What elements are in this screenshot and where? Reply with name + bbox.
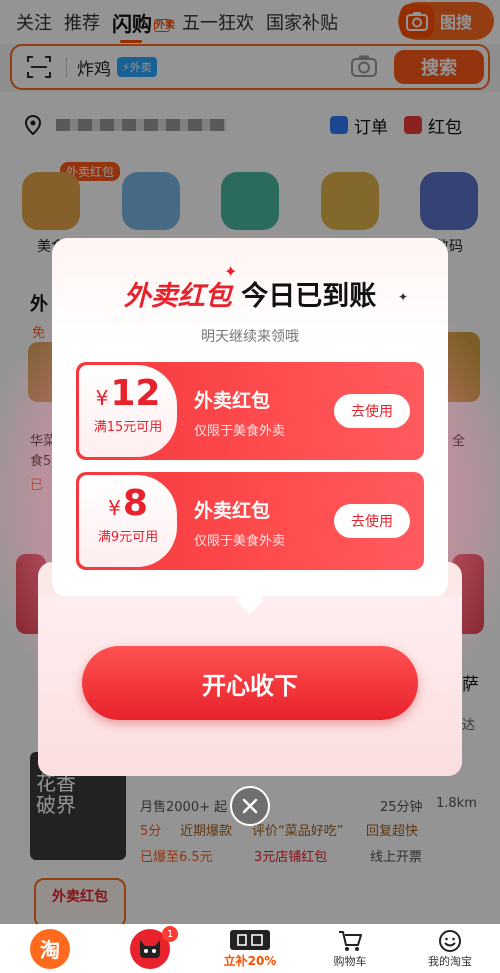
- cart-icon: [339, 930, 362, 951]
- smiley-icon: [439, 929, 461, 952]
- subsidy-icon: [230, 930, 270, 950]
- tab-home[interactable]: 淘: [0, 924, 100, 973]
- coupon-amount-box: ¥8 满9元可用: [79, 475, 177, 567]
- popup-title-red: 外卖红包: [123, 281, 232, 312]
- tab-cart[interactable]: 购物车: [300, 924, 400, 973]
- taobao-logo-icon: 淘: [30, 928, 70, 969]
- popup-title: 外卖红包 今日已到账: [52, 274, 448, 313]
- accept-button[interactable]: 开心收下: [82, 646, 418, 720]
- popup-title-black: 今日已到账: [241, 281, 377, 312]
- coupon-name: 外卖红包: [194, 390, 271, 412]
- bottom-tab-bar: 淘 1 立补20% 购物车 我的淘宝: [0, 924, 500, 973]
- close-icon: [242, 798, 258, 814]
- coupon-desc: 仅限于美食外卖: [194, 424, 286, 439]
- tab-subsidy-label: 立补20%: [223, 954, 277, 968]
- coupon-amount: ¥12: [79, 373, 177, 414]
- taobao-glyph: 淘: [40, 938, 60, 962]
- currency-symbol: ¥: [108, 496, 121, 520]
- tab-my-taobao[interactable]: 我的淘宝: [400, 924, 500, 973]
- close-button[interactable]: [230, 786, 270, 826]
- coupon-value: 8: [122, 483, 148, 524]
- coupon-value: 12: [110, 373, 161, 414]
- use-coupon-button[interactable]: 去使用: [334, 394, 410, 428]
- currency-symbol: ¥: [95, 386, 109, 410]
- coupon-desc: 仅限于美食外卖: [194, 534, 286, 549]
- coupon-name: 外卖红包: [194, 500, 271, 522]
- coupon-card[interactable]: ¥12 满15元可用 外卖红包 仅限于美食外卖 去使用: [76, 362, 424, 460]
- tab-my-taobao-label: 我的淘宝: [428, 954, 472, 968]
- redpacket-popup: ✦ ✦ 外卖红包 今日已到账 明天继续来领哦 ¥12 满15元可用 外卖红包 仅…: [52, 238, 448, 598]
- coupon-amount-box: ¥12 满15元可用: [79, 365, 177, 457]
- coupon-amount: ¥8: [79, 483, 177, 524]
- popup-subtitle: 明天继续来领哦: [201, 329, 299, 345]
- coupon-card[interactable]: ¥8 满9元可用 外卖红包 仅限于美食外卖 去使用: [76, 472, 424, 570]
- tab-tmall[interactable]: 1: [100, 924, 200, 973]
- notification-badge: 1: [162, 926, 178, 942]
- use-coupon-button[interactable]: 去使用: [334, 504, 410, 538]
- coupon-condition: 满15元可用: [93, 420, 163, 435]
- coupon-condition: 满9元可用: [97, 530, 159, 545]
- tab-subsidy[interactable]: 立补20%: [200, 924, 300, 973]
- tab-cart-label: 购物车: [333, 954, 367, 968]
